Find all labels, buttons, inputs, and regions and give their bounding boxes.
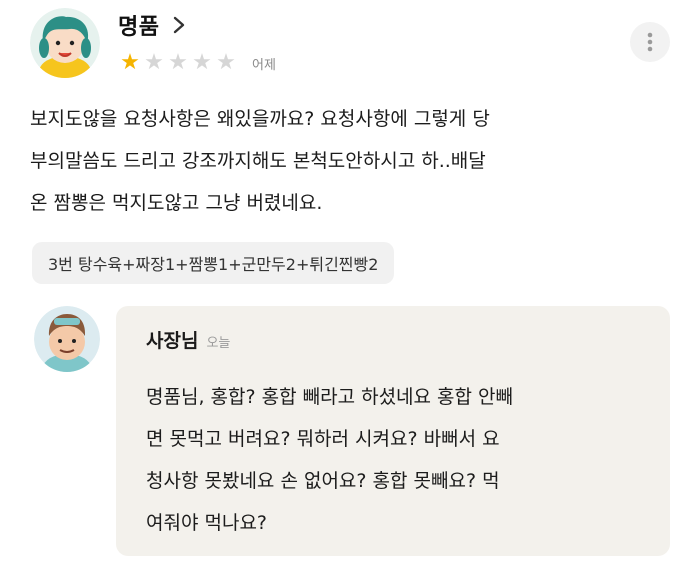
chef-character-avatar-icon <box>34 306 100 372</box>
review-text: 보지도않을 요청사항은 왜있을까요? 요청사항에 그렇게 당 부의말씀도 드리고… <box>30 98 670 224</box>
star-empty-icon: ★ <box>168 50 188 75</box>
green-haired-character-avatar-icon <box>30 8 100 78</box>
star-empty-icon: ★ <box>216 50 236 75</box>
ordered-items-chip[interactable]: 3번 탕수육+짜장1+짬뽕1+군만두2+튀긴찐빵2 <box>32 242 395 284</box>
owner-reply-text: 명품님, 홍합? 홍합 빼라고 하셨네요 홍합 안빼 면 못먹고 버려요? 뭐하… <box>146 376 656 544</box>
reviewer-avatar[interactable] <box>30 8 100 78</box>
review-date: 어제 <box>252 57 276 73</box>
reviewer-name-link[interactable]: 명품 <box>118 8 187 42</box>
chevron-right-icon <box>174 16 185 34</box>
review-text-line: 온 짬뽕은 먹지도않고 그냥 버렸네요. <box>30 192 323 214</box>
rating-row: ★ ★ ★ ★ ★ 어제 <box>118 50 276 76</box>
reviewer-name: 명품 <box>118 15 160 40</box>
owner-reply-line: 면 못먹고 버려요? 뭐하러 시켜요? 바뻐서 요 <box>146 428 500 450</box>
star-empty-icon: ★ <box>192 50 212 75</box>
review-text-line: 보지도않을 요청사항은 왜있을까요? 요청사항에 그렇게 당 <box>30 108 490 130</box>
owner-name: 사장님 <box>146 330 199 352</box>
star-rating: ★ ★ ★ ★ ★ <box>118 52 238 74</box>
star-filled-icon: ★ <box>120 50 140 75</box>
review-card: 명품 ★ ★ ★ ★ ★ 어제 보지도않을 요청사항은 왜있을까요? 요청사항에 그렇게… <box>0 0 680 564</box>
star-empty-icon: ★ <box>144 50 164 75</box>
owner-reply-line: 청사항 못봤네요 손 없어요? 홍합 못빼요? 먹 <box>146 470 500 492</box>
owner-reply-line: 명품님, 홍합? 홍합 빼라고 하셨네요 홍합 안빼 <box>146 386 514 408</box>
more-vertical-icon <box>647 32 653 52</box>
owner-reply-line: 여줘야 먹나요? <box>146 512 268 534</box>
owner-reply-box: 사장님 오늘 명품님, 홍합? 홍합 빼라고 하셨네요 홍합 안빼 면 못먹고 … <box>116 306 670 556</box>
owner-reply-header: 사장님 오늘 <box>146 326 230 353</box>
owner-avatar <box>34 306 100 372</box>
owner-reply-date: 오늘 <box>206 336 231 351</box>
review-text-line: 부의말씀도 드리고 강조까지해도 본척도안하시고 하..배달 <box>30 150 486 172</box>
more-options-button[interactable] <box>630 22 670 62</box>
